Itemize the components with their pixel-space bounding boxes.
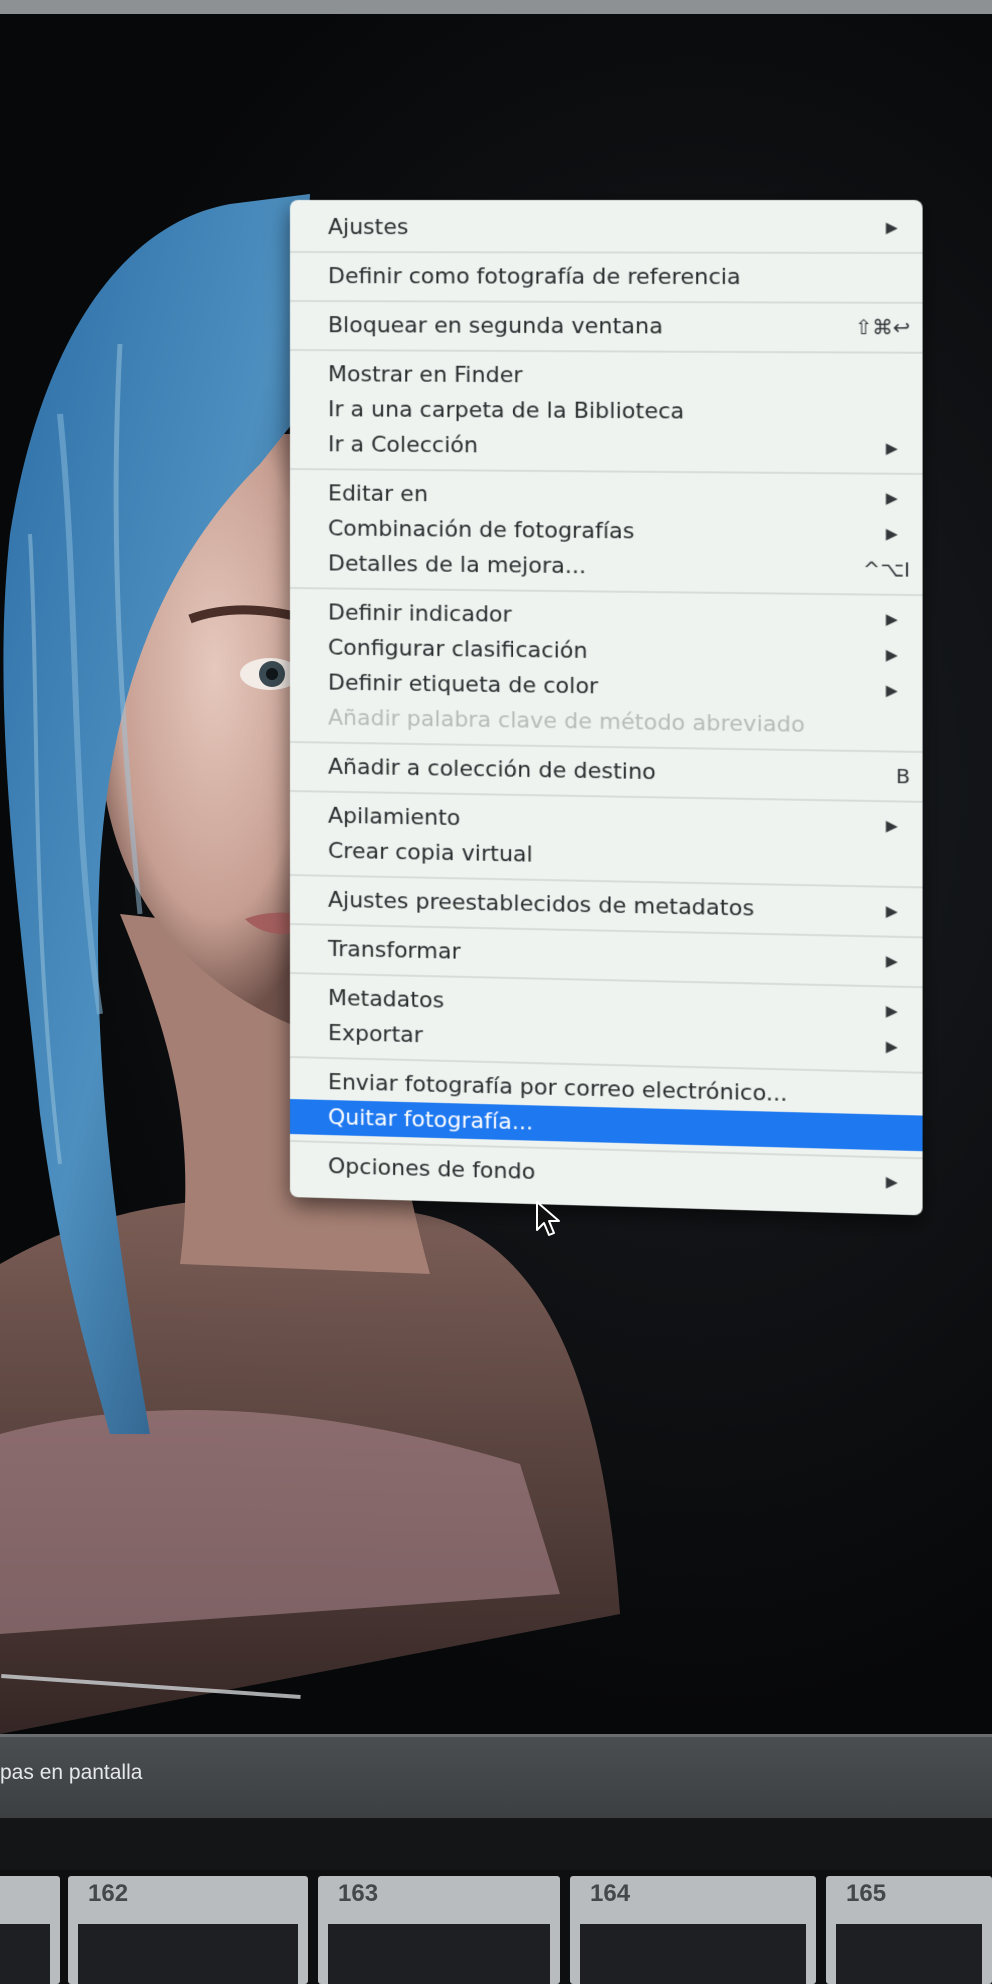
- menu-item-editar-en[interactable]: Editar en ▶: [290, 476, 923, 517]
- filmstrip-thumbnail: [580, 1924, 806, 1984]
- frame-number: 165: [846, 1880, 887, 1907]
- mouse-pointer-icon: [536, 1201, 560, 1236]
- menu-item-label: Ir a una carpeta de la Biblioteca: [327, 397, 685, 425]
- menu-item-anadir-coleccion-destino[interactable]: Añadir a colección de destino B: [290, 749, 923, 795]
- menu-item-label: Mostrar en Finder: [327, 362, 523, 389]
- menu-item-label: Ajustes: [327, 215, 409, 241]
- menu-item-ajustes[interactable]: Ajustes ▶: [290, 210, 923, 246]
- menu-group: Apilamiento ▶ Crear copia virtual: [290, 792, 923, 889]
- filmstrip-thumbnail: [78, 1924, 298, 1984]
- menu-item-label: Definir indicador: [327, 600, 512, 628]
- submenu-arrow-icon: ▶: [885, 951, 898, 971]
- keyboard-shortcut: ^⌥I: [862, 556, 911, 582]
- frame-number: 163: [338, 1880, 379, 1907]
- menu-item-opciones-fondo[interactable]: Opciones de fondo ▶: [290, 1148, 923, 1201]
- filmstrip-thumbnail: [0, 1924, 50, 1984]
- menu-item-label: Detalles de la mejora...: [327, 551, 587, 580]
- frame-number: 162: [88, 1880, 129, 1907]
- submenu-arrow-icon: ▶: [885, 218, 898, 237]
- submenu-arrow-icon: ▶: [885, 439, 898, 458]
- menu-item-label: Añadir a colección de destino: [327, 754, 656, 786]
- filmstrip-cell[interactable]: 164: [570, 1876, 816, 1984]
- menu-item-label: Apilamiento: [327, 803, 461, 832]
- filmstrip-cell-partial[interactable]: [0, 1876, 60, 1984]
- submenu-arrow-icon: ▶: [885, 524, 898, 543]
- menu-item-label: Ajustes preestablecidos de metadatos: [327, 887, 755, 922]
- filmstrip-cell[interactable]: 165: [826, 1876, 992, 1984]
- submenu-arrow-icon: ▶: [885, 488, 898, 508]
- menu-group: Metadatos ▶ Exportar ▶: [290, 974, 923, 1074]
- filmstrip-thumbnail: [836, 1924, 982, 1984]
- menu-item-label: Quitar fotografía...: [327, 1104, 534, 1136]
- filmstrip[interactable]: 162 163 164 165: [0, 1870, 992, 1984]
- menu-item-label: Combinación de fotografías: [327, 516, 635, 545]
- menu-item-label: Definir como fotografía de referencia: [327, 264, 741, 291]
- menu-item-transformar[interactable]: Transformar ▶: [290, 931, 923, 980]
- panel-divider: [0, 1818, 992, 1870]
- menu-group: Ajustes ▶: [290, 204, 923, 254]
- filmstrip-thumbnail: [328, 1924, 550, 1984]
- top-bezel: [0, 0, 992, 14]
- menu-item-label: Definir etiqueta de color: [327, 670, 599, 700]
- menu-item-detalles-mejora[interactable]: Detalles de la mejora... ^⌥I: [290, 546, 923, 588]
- filmstrip-cell[interactable]: 162: [68, 1876, 308, 1984]
- submenu-arrow-icon: ▶: [885, 1037, 898, 1056]
- keyboard-shortcut: B: [895, 763, 911, 789]
- menu-item-label: Añadir palabra clave de método abreviado: [327, 705, 805, 738]
- menu-item-label: Transformar: [327, 936, 461, 965]
- filmstrip-cell[interactable]: 163: [318, 1876, 560, 1984]
- context-menu[interactable]: Ajustes ▶ Definir como fotografía de refe…: [290, 200, 923, 1216]
- submenu-arrow-icon: ▶: [885, 609, 898, 629]
- menu-group: Definir indicador ▶ Configurar clasificac…: [290, 589, 923, 754]
- toolbar-label[interactable]: pas en pantalla: [0, 1761, 142, 1785]
- frame-number: 164: [590, 1880, 631, 1907]
- menu-item-label: Opciones de fondo: [327, 1154, 536, 1185]
- keyboard-shortcut: ⇧⌘↩: [854, 314, 911, 340]
- menu-item-label: Exportar: [327, 1020, 423, 1049]
- menu-group: Bloquear en segunda ventana ⇧⌘↩: [290, 302, 923, 354]
- menu-item-ir-coleccion[interactable]: Ir a Colección ▶: [290, 427, 923, 467]
- menu-item-definir-referencia[interactable]: Definir como fotografía de referencia: [290, 259, 923, 296]
- menu-group: Editar en ▶ Combinación de fotografías ▶ D…: [290, 470, 923, 597]
- submenu-arrow-icon: ▶: [885, 901, 898, 921]
- menu-item-label: Crear copia virtual: [327, 838, 533, 868]
- menu-item-label: Editar en: [327, 481, 428, 508]
- menu-group: Mostrar en Finder Ir a una carpeta de la…: [290, 351, 923, 475]
- menu-item-label: Configurar clasificación: [327, 635, 588, 664]
- menu-item-label: Metadatos: [327, 985, 445, 1014]
- submenu-arrow-icon: ▶: [885, 1172, 898, 1192]
- submenu-arrow-icon: ▶: [885, 1001, 898, 1021]
- menu-item-ir-carpeta[interactable]: Ir a una carpeta de la Biblioteca: [290, 392, 923, 431]
- menu-item-ajustes-metadatos[interactable]: Ajustes preestablecidos de metadatos ▶: [290, 882, 923, 930]
- submenu-arrow-icon: ▶: [885, 816, 898, 836]
- menu-item-label: Ir a Colección: [327, 432, 478, 459]
- menu-group: Definir como fotografía de referencia: [290, 253, 923, 304]
- submenu-arrow-icon: ▶: [885, 681, 898, 700]
- menu-item-label: Bloquear en segunda ventana: [327, 313, 663, 340]
- bottom-toolbar: pas en pantalla: [0, 1734, 992, 1821]
- menu-item-bloquear-segunda-ventana[interactable]: Bloquear en segunda ventana ⇧⌘↩: [290, 308, 923, 346]
- submenu-arrow-icon: ▶: [885, 645, 898, 665]
- menu-item-mostrar-finder[interactable]: Mostrar en Finder: [290, 357, 923, 396]
